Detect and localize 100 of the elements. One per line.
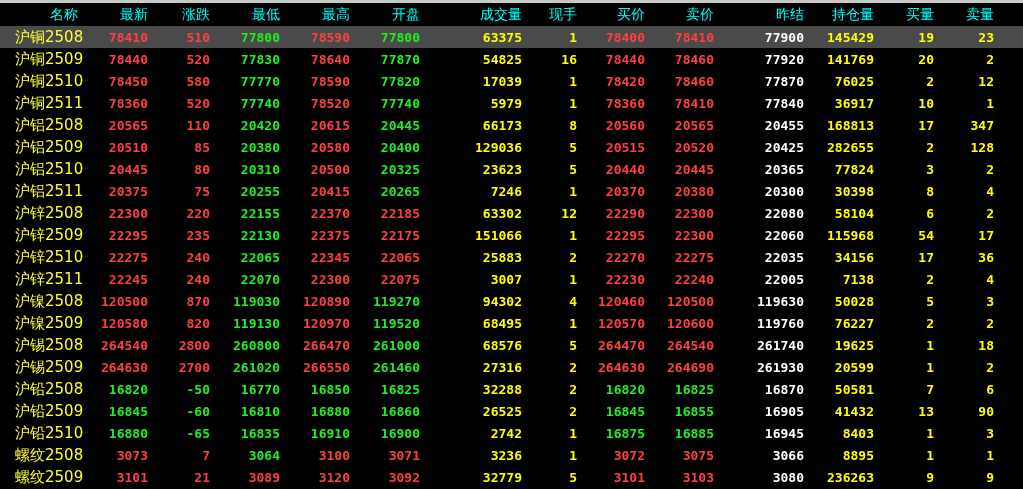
contract-name: 沪铝2508 bbox=[14, 115, 85, 135]
table-cell-text: 78440 bbox=[107, 51, 148, 67]
column-header[interactable]: 现手 bbox=[522, 5, 577, 24]
quote-row[interactable]: 沪铜2508 78410 510 77800 78590 77800 63375 1 78400 78410 77900 145429 19 23 bbox=[0, 26, 1023, 48]
quote-row[interactable]: 沪锡2508 264540 2800 260800 266470 261000 68576 5 264470 264540 261740 19625 1 18 bbox=[0, 334, 1023, 356]
table-cell-text: 16820 bbox=[107, 381, 148, 397]
quote-row[interactable]: 沪铝2510 20445 80 20310 20500 20325 23623 5 20440 20445 20365 77824 3 2 bbox=[0, 158, 1023, 180]
contract-name: 沪镍2509 bbox=[14, 313, 85, 333]
table-cell-text: 3103 bbox=[681, 469, 714, 485]
quote-row[interactable]: 沪铝2509 20510 85 20380 20580 20400 129036 5 20515 20520 20425 282655 2 128 bbox=[0, 136, 1023, 158]
quote-row[interactable]: 螺纹2509 3101 21 3089 3120 3092 32779 5 3101 3103 3080 236263 9 9 bbox=[0, 466, 1023, 488]
table-cell-text: 17039 bbox=[481, 73, 522, 89]
table-cell-text: 17 bbox=[917, 117, 934, 133]
table-cell-text: 20560 bbox=[604, 117, 645, 133]
table-cell-text: 2700 bbox=[177, 359, 210, 375]
table-cell-text: 20370 bbox=[604, 183, 645, 199]
table-cell-text: 22370 bbox=[309, 205, 350, 221]
column-header[interactable]: 卖量 bbox=[934, 5, 994, 24]
quote-row[interactable]: 沪铝2511 20375 75 20255 20415 20265 7246 1 20370 20380 20300 30398 8 4 bbox=[0, 180, 1023, 202]
table-cell-text: 78400 bbox=[604, 29, 645, 45]
column-header[interactable]: 最低 bbox=[210, 5, 280, 24]
table-cell-text: 1 bbox=[568, 271, 577, 287]
table-cell-text: 78460 bbox=[673, 73, 714, 89]
table-cell-text: 17 bbox=[977, 227, 994, 243]
table-cell-text: 264630 bbox=[597, 359, 645, 375]
table-cell-text: 68576 bbox=[481, 337, 522, 353]
table-cell-text: 2 bbox=[985, 315, 994, 331]
table-cell-text: 6 bbox=[985, 381, 994, 397]
quote-row[interactable]: 沪锌2508 22300 220 22155 22370 22185 63302 12 22290 22300 22080 58104 6 2 bbox=[0, 202, 1023, 224]
table-cell-text: 3 bbox=[985, 293, 994, 309]
table-cell-text: 115968 bbox=[826, 227, 874, 243]
column-header[interactable]: 开盘 bbox=[350, 5, 420, 24]
table-cell-text: 85 bbox=[193, 139, 210, 155]
table-cell-text: 7138 bbox=[841, 271, 874, 287]
table-cell-text: 23 bbox=[977, 29, 994, 45]
column-header[interactable]: 最高 bbox=[280, 5, 350, 24]
table-cell-text: 90 bbox=[977, 403, 994, 419]
table-cell-text: 5979 bbox=[489, 95, 522, 111]
table-cell-text: 5 bbox=[568, 161, 577, 177]
table-cell-text: 22155 bbox=[239, 205, 280, 221]
table-cell-text: 5 bbox=[568, 469, 577, 485]
table-cell-text: 22175 bbox=[379, 227, 420, 243]
table-cell-text: 22275 bbox=[673, 249, 714, 265]
table-cell-text: 20455 bbox=[763, 117, 804, 133]
quote-row[interactable]: 沪锌2511 22245 240 22070 22300 22075 3007 1 22230 22240 22005 7138 2 4 bbox=[0, 268, 1023, 290]
table-cell-text: 7246 bbox=[489, 183, 522, 199]
quote-row[interactable]: 沪铜2510 78450 580 77770 78590 77820 17039 1 78420 78460 77870 76025 2 12 bbox=[0, 70, 1023, 92]
table-cell-text: -50 bbox=[185, 381, 210, 397]
table-cell-text: 16825 bbox=[379, 381, 420, 397]
table-cell-text: 77820 bbox=[379, 73, 420, 89]
table-cell-text: 1 bbox=[568, 183, 577, 199]
column-header[interactable]: 买价 bbox=[577, 5, 645, 24]
column-header[interactable]: 卖价 bbox=[645, 5, 714, 24]
table-cell-text: 23623 bbox=[481, 161, 522, 177]
column-header[interactable]: 名称 bbox=[0, 5, 100, 24]
table-cell-text: 2 bbox=[925, 271, 934, 287]
table-cell-text: 22300 bbox=[673, 205, 714, 221]
contract-name: 沪铝2510 bbox=[14, 159, 85, 179]
quote-row[interactable]: 沪铅2508 16820 -50 16770 16850 16825 32288 2 16820 16825 16870 50581 7 6 bbox=[0, 378, 1023, 400]
column-header[interactable]: 最新 bbox=[100, 5, 148, 24]
table-cell-text: 20565 bbox=[107, 117, 148, 133]
table-cell-text: 36 bbox=[977, 249, 994, 265]
column-header[interactable]: 涨跌 bbox=[148, 5, 210, 24]
quote-row[interactable]: 沪铜2509 78440 520 77830 78640 77870 54825 16 78440 78460 77920 141769 20 2 bbox=[0, 48, 1023, 70]
quote-row[interactable]: 沪铅2510 16880 -65 16835 16910 16900 2742 1 16875 16885 16945 8403 1 3 bbox=[0, 422, 1023, 444]
column-header[interactable]: 成交量 bbox=[420, 5, 522, 24]
quote-row[interactable]: 沪锡2509 264630 2700 261020 266550 261460 27316 2 264630 264690 261930 20599 1 2 bbox=[0, 356, 1023, 378]
table-cell-text: 22185 bbox=[379, 205, 420, 221]
column-header[interactable]: 买量 bbox=[874, 5, 934, 24]
quote-row[interactable]: 螺纹2508 3073 7 3064 3100 3071 3236 1 3072 3075 3066 8895 1 1 bbox=[0, 444, 1023, 466]
table-cell-text: 2 bbox=[925, 315, 934, 331]
quote-row[interactable]: 沪铜2511 78360 520 77740 78520 77740 5979 1 78360 78410 77840 36917 10 1 bbox=[0, 92, 1023, 114]
quote-row[interactable]: 沪铅2509 16845 -60 16810 16880 16860 26525 2 16845 16855 16905 41432 13 90 bbox=[0, 400, 1023, 422]
table-cell-text: 220 bbox=[185, 205, 210, 221]
table-cell-text: 77920 bbox=[763, 51, 804, 67]
quote-row[interactable]: 沪镍2508 120500 870 119030 120890 119270 94302 4 120460 120500 119630 50028 5 3 bbox=[0, 290, 1023, 312]
table-cell-text: 54 bbox=[917, 227, 934, 243]
table-cell-text: 20580 bbox=[309, 139, 350, 155]
quote-row[interactable]: 沪铝2508 20565 110 20420 20615 20445 66173 8 20560 20565 20455 168813 17 347 bbox=[0, 114, 1023, 136]
table-cell-text: 2742 bbox=[489, 425, 522, 441]
table-cell-text: 77900 bbox=[763, 29, 804, 45]
table-cell-text: 110 bbox=[185, 117, 210, 133]
column-header[interactable]: 持仓量 bbox=[804, 5, 874, 24]
table-cell-text: 78440 bbox=[604, 51, 645, 67]
quote-row[interactable]: 沪镍2509 120580 820 119130 120970 119520 68495 1 120570 120600 119760 76227 2 2 bbox=[0, 312, 1023, 334]
table-cell-text: 5 bbox=[568, 139, 577, 155]
table-cell-text: 20325 bbox=[379, 161, 420, 177]
table-cell-text: 77740 bbox=[379, 95, 420, 111]
table-cell-text: 1 bbox=[985, 447, 994, 463]
table-cell-text: 16875 bbox=[604, 425, 645, 441]
table-cell-text: 580 bbox=[185, 73, 210, 89]
table-cell-text: 20445 bbox=[379, 117, 420, 133]
quote-row[interactable]: 沪锌2509 22295 235 22130 22375 22175 151066 1 22295 22300 22060 115968 54 17 bbox=[0, 224, 1023, 246]
table-cell-text: 20375 bbox=[107, 183, 148, 199]
contract-name: 沪铜2510 bbox=[14, 71, 85, 91]
table-cell-text: 63375 bbox=[481, 29, 522, 45]
table-cell-text: 50028 bbox=[833, 293, 874, 309]
column-header[interactable]: 昨结 bbox=[714, 5, 804, 24]
table-cell-text: 266470 bbox=[302, 337, 350, 353]
quote-row[interactable]: 沪锌2510 22275 240 22065 22345 22065 25883 2 22270 22275 22035 34156 17 36 bbox=[0, 246, 1023, 268]
